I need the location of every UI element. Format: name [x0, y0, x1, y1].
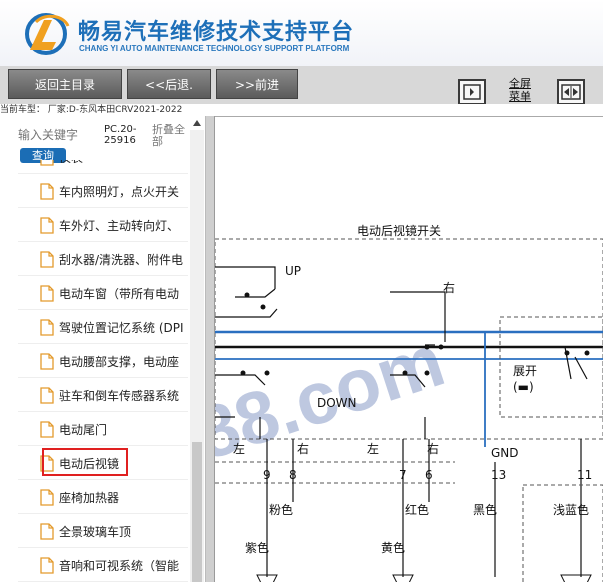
up-switch-lines	[215, 266, 278, 318]
right-label-1: 右	[297, 441, 309, 456]
app-window: 畅易汽车维修技术支持平台 CHANG YI AUTO MAINTENANCE T…	[0, 0, 603, 582]
file-icon	[40, 421, 54, 438]
panel-toggle-icon	[463, 84, 481, 100]
file-icon	[40, 183, 54, 200]
tree-item-label: 电动尾门	[59, 423, 108, 437]
file-icon	[40, 285, 54, 302]
tree-item[interactable]: 音响和可视系统（智能	[18, 548, 188, 582]
site-subtitle: CHANG YI AUTO MAINTENANCE TECHNOLOGY SUP…	[79, 44, 350, 53]
site-title: 畅易汽车维修技术支持平台	[78, 20, 355, 45]
tree-item[interactable]: 车外灯、主动转向灯、	[18, 208, 188, 242]
file-icon	[40, 251, 54, 268]
back-button[interactable]: <<后退.	[127, 69, 211, 99]
tree-item[interactable]: 车内照明灯，点火开关	[18, 174, 188, 208]
file-icon	[40, 523, 54, 540]
switch-node	[424, 344, 430, 350]
switch-node	[402, 370, 408, 376]
tree-item-label: 车外灯、主动转向灯、	[59, 219, 180, 233]
wire-color-purple: 紫色	[245, 541, 269, 555]
file-icon	[40, 319, 54, 336]
tree-item-label: 座椅加热器	[59, 491, 120, 505]
back-to-main-button[interactable]: 返回主目录	[8, 69, 122, 99]
gnd-label: GND	[491, 446, 519, 460]
wire-color-pink: 粉色	[269, 503, 293, 517]
triangle-up-icon	[193, 120, 201, 126]
split-toggle-icon	[561, 84, 581, 100]
switch-node	[240, 370, 246, 376]
tree-item[interactable]: 电动后视镜	[18, 446, 188, 480]
switch-node	[260, 304, 266, 310]
pin-13: 13	[491, 468, 506, 482]
file-icon	[40, 353, 54, 370]
switch-node	[438, 344, 444, 350]
wire-color-light-blue: 浅蓝色	[553, 503, 589, 517]
tree-list: 仪表车内照明灯，点火开关车外灯、主动转向灯、刮水器/清洗器、附件电电动车窗（带所…	[18, 160, 188, 582]
fullscreen-menu-link[interactable]: 全屏 菜单	[503, 77, 537, 103]
wiring-diagram-svg: 88.com 电动后视镜开关 UP DOWN 右 展开 (▬) GND 左 右 …	[215, 223, 603, 582]
collapse-panel-button[interactable]	[458, 79, 486, 105]
wire-color-red: 红色	[405, 502, 429, 517]
file-icon	[40, 557, 54, 574]
tree-item-label: 电动腰部支撑，电动座	[59, 355, 180, 369]
tree-item[interactable]: 驾驶位置记忆系统 (DPI	[18, 310, 188, 344]
tree-item-label: 音响和可视系统（智能	[59, 559, 180, 573]
tree-item[interactable]: 电动车窗（带所有电动	[18, 276, 188, 310]
file-icon	[40, 217, 54, 234]
up-label: UP	[285, 264, 301, 278]
tree-item[interactable]: 电动腰部支撑，电动座	[18, 344, 188, 378]
tree-item-label: 驻车和倒车传感器系统	[59, 389, 180, 403]
expand-panel-button[interactable]	[557, 79, 585, 105]
sidebar: 查询 PC.20-25916 折叠全部 仪表车内照明灯，点火开关车外灯、主动转向…	[0, 116, 207, 582]
unfold-symbol: (▬)	[513, 380, 534, 394]
panel-splitter[interactable]	[205, 116, 215, 582]
wire-color-black: 黑色	[473, 503, 497, 517]
pin-11: 11	[577, 468, 592, 482]
left-label-1: 左	[233, 441, 245, 456]
doc-code: PC.20-25916	[104, 124, 137, 146]
search-input[interactable]	[18, 127, 100, 143]
tree-item-label: 仪表	[59, 160, 83, 166]
fullscreen-label-2: 菜单	[509, 90, 531, 103]
tree-item[interactable]: 全景玻璃车顶	[18, 514, 188, 548]
tree-item-label: 驾驶位置记忆系统 (DPI	[59, 321, 184, 335]
lower-connector-box	[522, 484, 603, 582]
switch-node	[244, 292, 250, 298]
unfold-label: 展开	[513, 364, 537, 378]
scrollbar-thumb[interactable]	[192, 442, 202, 582]
tree-item-label: 车内照明灯，点火开关	[59, 185, 180, 199]
switch-node	[564, 350, 570, 356]
vehicle-info: 当前车型： 厂家:D-东风本田CRV2021-2022	[0, 104, 603, 116]
file-icon	[40, 387, 54, 404]
scroll-up-arrow[interactable]	[190, 116, 204, 130]
tree-item[interactable]: 驻车和倒车传感器系统	[18, 378, 188, 412]
header-banner: 畅易汽车维修技术支持平台 CHANG YI AUTO MAINTENANCE T…	[0, 0, 603, 66]
wire-color-yellow: 黄色	[381, 541, 405, 555]
tree-item[interactable]: 座椅加热器	[18, 480, 188, 514]
selection-highlight	[42, 448, 128, 476]
switch-title: 电动后视镜开关	[357, 223, 441, 238]
sidebar-scrollbar[interactable]	[190, 130, 204, 582]
tree-item[interactable]: 仪表	[18, 160, 188, 174]
tree-item-label: 刮水器/清洗器、附件电	[59, 253, 184, 267]
switch-node	[424, 370, 430, 376]
down-label: DOWN	[317, 396, 357, 410]
wiring-diagram: 88.com 电动后视镜开关 UP DOWN 右 展开 (▬) GND 左 右 …	[215, 116, 603, 582]
switch-node	[264, 370, 270, 376]
left-label-2: 左	[367, 441, 379, 456]
logo-icon	[25, 13, 70, 55]
forward-button[interactable]: >>前进	[216, 69, 298, 99]
tree-item[interactable]: 电动尾门	[18, 412, 188, 446]
search-area: 查询	[18, 124, 102, 163]
file-icon	[40, 489, 54, 506]
switch-node	[584, 350, 590, 356]
toolbar: 返回主目录 <<后退. >>前进 全屏 菜单	[0, 66, 603, 105]
file-icon	[40, 160, 54, 166]
tree-item[interactable]: 刮水器/清洗器、附件电	[18, 242, 188, 276]
tree-item-label: 全景玻璃车顶	[59, 525, 132, 539]
fold-all-link[interactable]: 折叠全部	[152, 124, 188, 148]
tree-item-label: 电动车窗（带所有电动	[59, 287, 180, 301]
fullscreen-label-1: 全屏	[509, 77, 531, 90]
